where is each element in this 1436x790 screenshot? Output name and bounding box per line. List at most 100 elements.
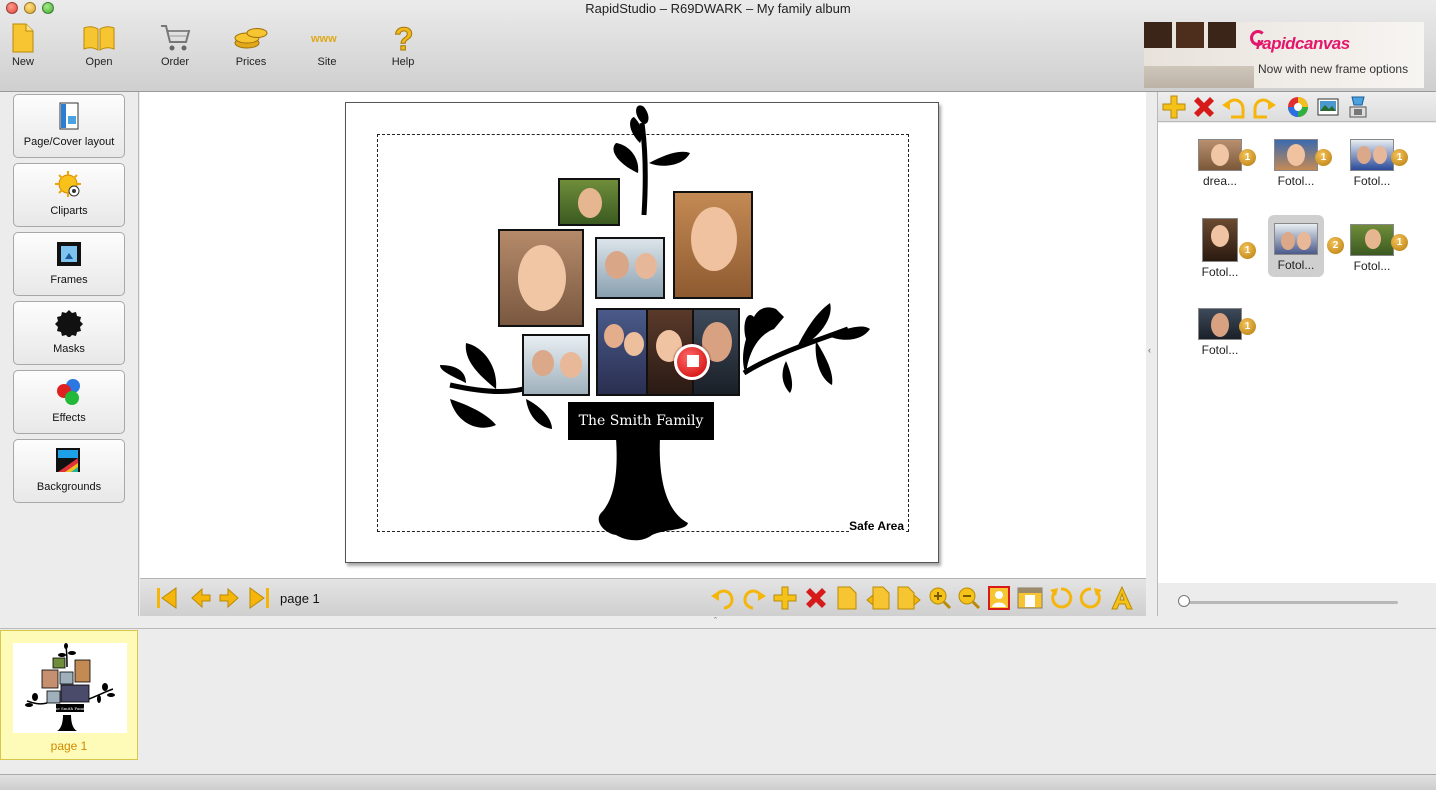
photo-thumbnail[interactable]: 1 drea... (1190, 139, 1256, 201)
rotate-left-button[interactable] (1048, 585, 1074, 611)
previous-page-button[interactable] (188, 585, 214, 611)
photo-couple[interactable] (522, 334, 590, 396)
new-page-button[interactable] (834, 585, 860, 611)
undo-icon (711, 589, 734, 610)
canvas-area[interactable]: Safe Area The Smith Family (140, 92, 1146, 578)
new-button[interactable]: New (0, 22, 53, 72)
zoom-in-icon (929, 587, 952, 610)
backgrounds-label: Backgrounds (36, 481, 102, 493)
masks-label: Masks (53, 343, 85, 355)
export-photo-button[interactable] (1345, 94, 1371, 120)
redo-icon (743, 589, 766, 610)
family-caption[interactable]: The Smith Family (568, 402, 714, 440)
redo-button[interactable] (741, 585, 767, 611)
photo-boy[interactable] (558, 178, 620, 226)
photo-thumbnail[interactable]: 1 Fotol... (1190, 218, 1256, 280)
photo-thumbnail-selected[interactable]: 2 Fotol... (1268, 215, 1344, 277)
photo-stack-icon (1317, 98, 1339, 116)
thumbnail-size-slider-knob[interactable] (1178, 595, 1190, 607)
undo-button[interactable] (710, 585, 736, 611)
backgrounds-button[interactable]: Backgrounds (13, 439, 125, 503)
add-text-button[interactable] (1109, 585, 1135, 611)
rotate-photo-right-button[interactable] (1251, 94, 1277, 120)
rapidcanvas-ad-banner[interactable]: rapidcanvas Now with new frame options (1144, 22, 1424, 88)
effects-button[interactable]: Effects (13, 370, 125, 434)
usage-count-badge: 1 (1391, 234, 1408, 251)
new-label: New (11, 56, 34, 68)
photo-thumbnail-grid: 1 drea... 1 Fotol... 1 Fotol... 1 Fotol.… (1158, 123, 1436, 583)
prices-button[interactable]: Prices (221, 22, 281, 72)
vertical-splitter-handle[interactable]: ‹ (1148, 345, 1151, 355)
open-button[interactable]: Open (69, 22, 129, 72)
last-page-button[interactable] (244, 585, 270, 611)
www-icon: www (307, 22, 347, 54)
thumbnail-size-slider-track[interactable] (1182, 601, 1398, 604)
next-page-button[interactable] (216, 585, 242, 611)
photo-thumbnail[interactable]: 1 Fotol... (1342, 139, 1408, 201)
page-layout-icon (54, 101, 84, 131)
horizontal-splitter-handle[interactable]: ˆ (714, 616, 717, 626)
photo-name: Fotol... (1277, 258, 1315, 272)
add-photo-button[interactable] (1161, 94, 1187, 120)
photo-woman[interactable] (673, 191, 753, 299)
page-filmstrip: The Smith Family page 1 (0, 628, 1436, 774)
site-label: Site (317, 56, 337, 68)
arrow-left-icon (191, 587, 211, 609)
site-button[interactable]: www Site (297, 22, 357, 72)
help-button[interactable]: ? Help (373, 22, 433, 72)
svg-text:www: www (310, 33, 337, 45)
rotate-left-icon (1222, 98, 1245, 119)
fit-landscape-button[interactable] (1017, 585, 1043, 611)
effects-label: Effects (52, 412, 86, 424)
first-page-button[interactable] (156, 585, 182, 611)
window-title: RapidStudio – R69DWARK – My family album (585, 1, 851, 16)
prices-label: Prices (235, 56, 267, 68)
usage-count-badge: 1 (1315, 149, 1332, 166)
rotate-photo-left-button[interactable] (1221, 94, 1247, 120)
zoom-out-button[interactable] (956, 585, 982, 611)
photo-girl[interactable] (498, 229, 584, 327)
usage-count-badge: 1 (1239, 318, 1256, 335)
order-label: Order (160, 56, 190, 68)
open-book-icon (79, 22, 119, 54)
clipart-sun-icon (54, 170, 84, 200)
question-mark-icon: ? (383, 22, 423, 54)
delete-page-button[interactable] (803, 585, 829, 611)
color-adjust-button[interactable] (1285, 94, 1311, 120)
page-cover-layout-button[interactable]: Page/Cover layout (13, 94, 125, 158)
cliparts-button[interactable]: Cliparts (13, 163, 125, 227)
photo-name: drea... (1202, 174, 1238, 188)
photo-group-left[interactable] (596, 308, 648, 396)
zoom-out-icon (958, 587, 981, 610)
coins-icon (231, 22, 271, 54)
usage-count-badge: 1 (1239, 149, 1256, 166)
mask-icon (54, 308, 84, 338)
masks-button[interactable]: Masks (13, 301, 125, 365)
photo-thumbnail[interactable]: 1 Fotol... (1266, 139, 1332, 201)
svg-text:?: ? (394, 22, 414, 54)
insert-page-after-button[interactable] (896, 585, 922, 611)
photo-thumbnail[interactable]: 1 Fotol... (1190, 308, 1256, 370)
page-icon (837, 586, 857, 610)
mini-caption: The Smith Family (52, 706, 88, 711)
rotate-right-button[interactable] (1078, 585, 1104, 611)
photo-grandparents[interactable] (595, 237, 665, 299)
order-button[interactable]: Order (145, 22, 205, 72)
fit-portrait-button[interactable] (986, 585, 1012, 611)
page-thumbnail-selected[interactable]: The Smith Family page 1 (0, 630, 138, 760)
cliparts-label: Cliparts (50, 205, 88, 217)
frames-button[interactable]: Frames (13, 232, 125, 296)
insert-page-before-button[interactable] (865, 585, 891, 611)
photo-properties-button[interactable] (1315, 94, 1341, 120)
remove-photo-button[interactable] (1191, 94, 1217, 120)
flag-warning-icon[interactable] (674, 344, 710, 380)
add-page-button[interactable] (772, 585, 798, 611)
usage-count-badge: 1 (1239, 242, 1256, 259)
photo-library-panel: 1 drea... 1 Fotol... 1 Fotol... 1 Fotol.… (1157, 92, 1436, 616)
album-page[interactable]: Safe Area The Smith Family (345, 102, 939, 563)
rotate-right-icon (1253, 98, 1276, 119)
photo-thumbnail[interactable]: 1 Fotol... (1342, 224, 1408, 286)
status-bar (0, 774, 1436, 790)
zoom-in-button[interactable] (927, 585, 953, 611)
photo-name: Fotol... (1277, 174, 1315, 188)
